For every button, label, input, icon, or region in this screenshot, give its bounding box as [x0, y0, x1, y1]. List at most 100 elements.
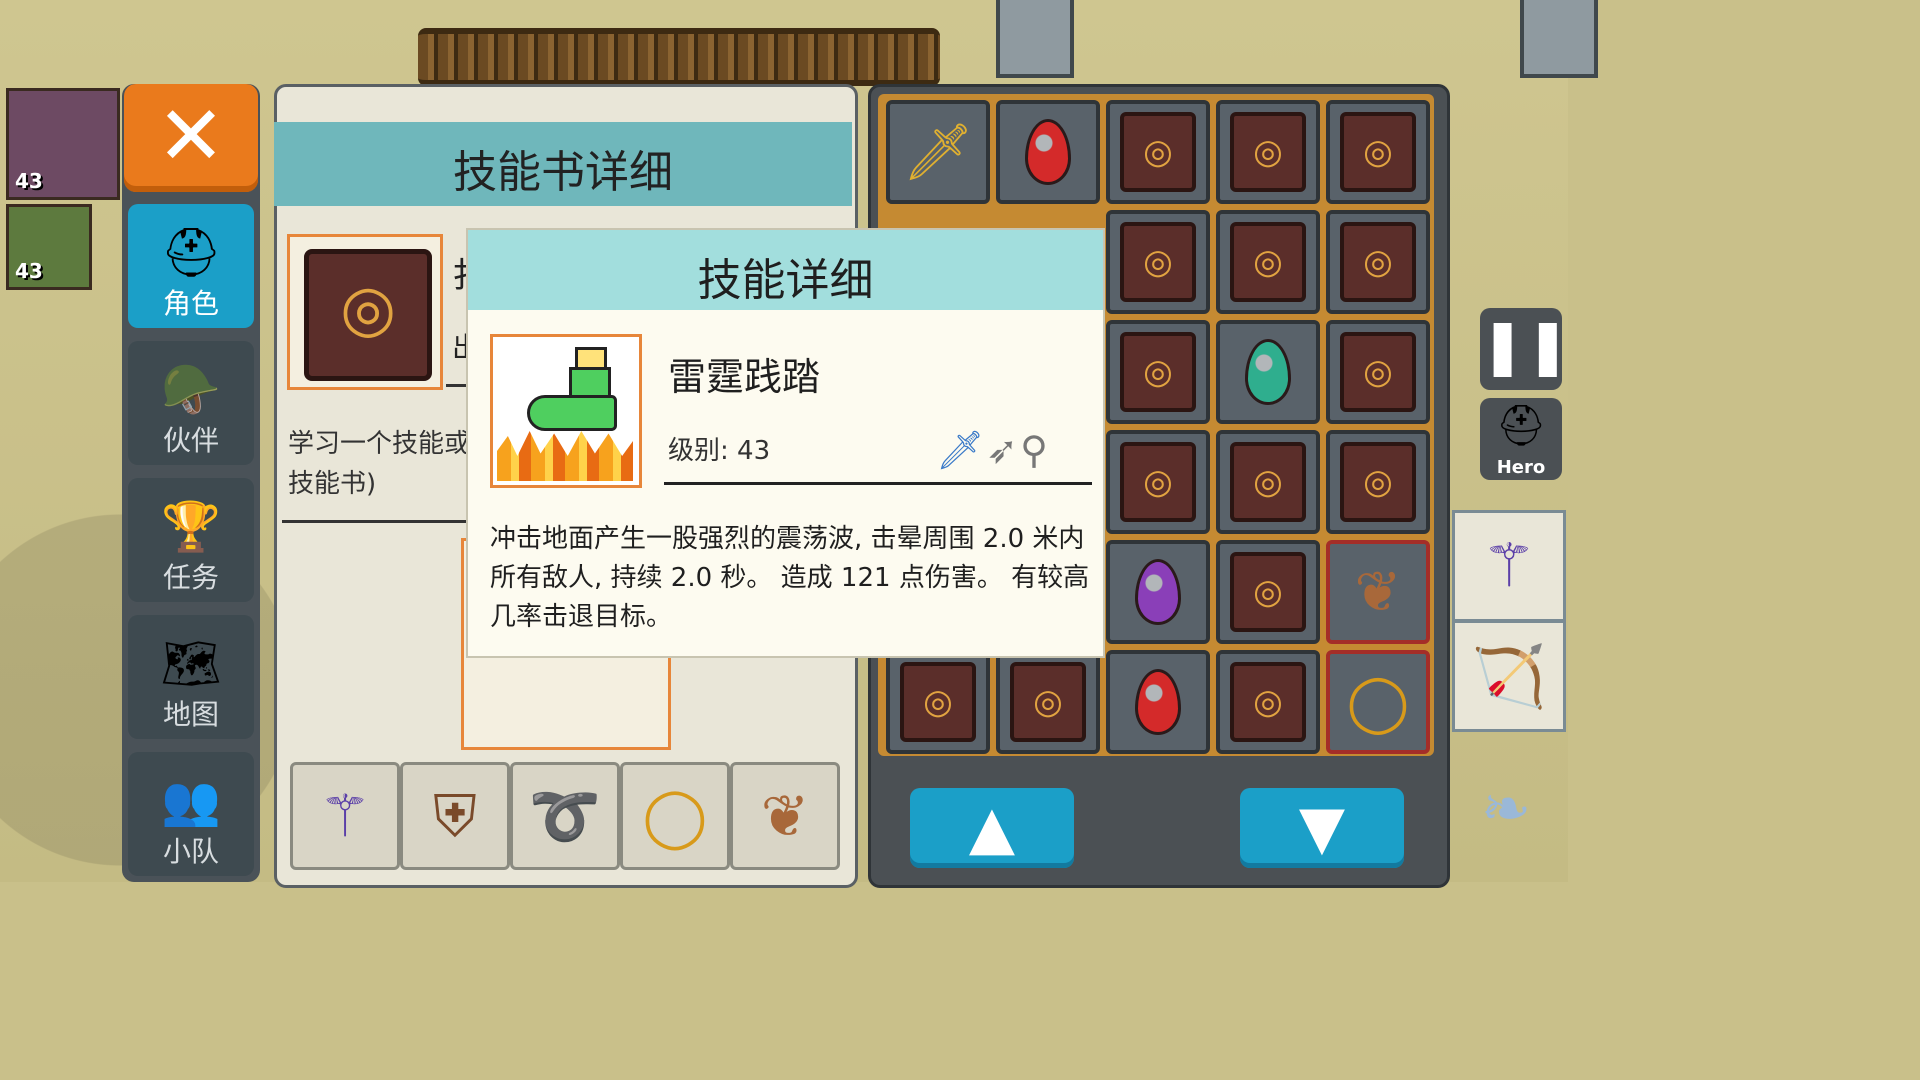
equip-slot-staff[interactable]: ⚚: [290, 762, 400, 870]
skillbook-title: 技能书详细: [453, 147, 673, 198]
inventory-slot-red-gem[interactable]: [996, 100, 1100, 204]
dialog-header: 技能详细: [468, 230, 1103, 310]
skillbook-header: 技能书详细: [274, 122, 852, 206]
wing-icon: ❧: [1480, 774, 1532, 844]
inventory-slot-book[interactable]: ◎: [996, 650, 1100, 754]
arrow-up-icon: ▲: [968, 793, 1016, 863]
inventory-slot-book[interactable]: ◎: [1326, 100, 1430, 204]
scroll-down-button[interactable]: ▼: [1240, 788, 1404, 868]
party-portrait-2[interactable]: 43: [6, 204, 92, 290]
equip-slot-bracelet[interactable]: ➰: [510, 762, 620, 870]
party-level-2: 43: [15, 259, 43, 283]
skill-description: 冲击地面产生一股强烈的震荡波, 击晕周围 2.0 米内所有敌人, 持续 2.0 …: [490, 524, 1090, 632]
inventory-slot-book[interactable]: ◎: [1106, 100, 1210, 204]
inventory-slot-book[interactable]: ◎: [1106, 430, 1210, 534]
inventory-slot-book[interactable]: ◎: [1106, 210, 1210, 314]
menu-item-label: 伙伴: [162, 424, 219, 457]
bow-icon: 🏹: [1471, 641, 1547, 712]
inventory-slot-sword[interactable]: 🗡: [886, 100, 990, 204]
menu-item-team[interactable]: 👥 小队: [128, 752, 254, 876]
horned-helmet-icon: 🪖: [161, 361, 221, 418]
inventory-slot-book[interactable]: ◎: [1326, 320, 1430, 424]
party-portrait-1[interactable]: 43: [6, 88, 120, 200]
inventory-slot-book[interactable]: ◎: [1106, 320, 1210, 424]
trophy-icon: 🏆: [161, 498, 221, 555]
skill-book-icon: ◎: [1340, 222, 1416, 302]
boot-icon: [527, 347, 617, 431]
inventory-slot-teal-gem[interactable]: [1216, 320, 1320, 424]
skill-book-icon: ◎: [1230, 222, 1306, 302]
skill-book-icon: ◎: [1120, 222, 1196, 302]
skill-book-icon: ◎: [1120, 332, 1196, 412]
side-slot-wing[interactable]: ❧: [1452, 744, 1560, 874]
skill-book-icon: ◎: [1230, 552, 1306, 632]
purple-gem-icon: [1135, 559, 1181, 625]
equip-slot-tail[interactable]: ❦: [730, 762, 840, 870]
close-button[interactable]: ✕: [124, 84, 258, 192]
ring-icon: ◯: [1346, 669, 1410, 735]
inventory-slot-tail[interactable]: ❦: [1326, 540, 1430, 644]
inventory-slot-red-gem[interactable]: [1106, 650, 1210, 754]
skill-level: 级别: 43: [668, 436, 771, 466]
inventory-slot-book[interactable]: ◎: [1216, 100, 1320, 204]
menu-item-label: 小队: [162, 835, 219, 868]
knight-helmet-icon: ⛑: [1495, 403, 1547, 449]
pause-button[interactable]: ❚❚: [1480, 308, 1571, 390]
menu-item-map[interactable]: 🗺 地图: [128, 615, 254, 739]
menu-item-label: 地图: [162, 698, 219, 731]
inventory-slot-book[interactable]: ◎: [1216, 430, 1320, 534]
knight-helmet-icon: ⛑: [160, 224, 222, 281]
bow-icon: ➶: [986, 428, 1021, 472]
bracelet-icon: ➰: [528, 781, 602, 850]
skill-book-icon: ◎: [1120, 112, 1196, 192]
inventory-slot-purple-gem[interactable]: [1106, 540, 1210, 644]
red-gem-icon: [1135, 669, 1181, 735]
dialog-title: 技能详细: [697, 255, 874, 306]
scroll-up-button[interactable]: ▲: [910, 788, 1074, 868]
hero-button[interactable]: ⛑ Hero: [1480, 398, 1562, 480]
staff-icon: ⚚: [319, 782, 371, 850]
party-level-1: 43: [15, 169, 43, 193]
menu-item-partner[interactable]: 🪖 伙伴: [128, 341, 254, 465]
skillbook-icon-frame: [287, 234, 443, 390]
menu-item-label: 角色: [162, 287, 219, 320]
menu-item-character[interactable]: ⛑ 角色: [128, 204, 254, 328]
skill-book-icon: ◎: [1120, 442, 1196, 522]
stone-pillar: [996, 0, 1074, 78]
equip-slot-ring[interactable]: ◯: [620, 762, 730, 870]
side-slot-bow[interactable]: 🏹: [1452, 620, 1566, 732]
skill-book-icon: ◎: [1230, 442, 1306, 522]
skill-book-icon: ◎: [1230, 662, 1306, 742]
menu-item-quest[interactable]: 🏆 任务: [128, 478, 254, 602]
skill-book-icon: ◎: [1340, 442, 1416, 522]
arrow-down-icon: ▼: [1298, 793, 1346, 863]
skill-book-icon: ◎: [900, 662, 976, 742]
inventory-slot-book[interactable]: ◎: [1326, 430, 1430, 534]
pause-icon: ❚❚: [1480, 314, 1571, 377]
map-scroll-icon: 🗺: [160, 635, 222, 692]
inventory-slot-book[interactable]: ◎: [1216, 650, 1320, 754]
ring-icon: ◯: [642, 782, 708, 850]
inventory-slot-ring[interactable]: ◯: [1326, 650, 1430, 754]
side-slot-staff[interactable]: ⚚: [1452, 510, 1566, 622]
skill-detail-dialog: 技能详细 雷霆践踏 级别: 43 🗡➶⚲ 冲击地面产生一股强烈的震荡波, 击晕周…: [466, 228, 1105, 658]
inventory-slot-book[interactable]: ◎: [1216, 210, 1320, 314]
divider: [664, 482, 1092, 485]
skillbook-description: 学习一个技能或 技能书): [288, 429, 471, 499]
inventory-slot-book[interactable]: ◎: [1326, 210, 1430, 314]
wooden-fence: [418, 28, 940, 86]
close-icon: ✕: [156, 89, 226, 184]
stone-pillar: [1520, 0, 1598, 78]
skill-book-icon: ◎: [1340, 332, 1416, 412]
sword-icon: 🗡: [936, 428, 987, 472]
equip-slot-armor[interactable]: ⛨: [400, 762, 510, 870]
team-portraits-icon: 👥: [161, 772, 221, 829]
inventory-slot-book[interactable]: ◎: [886, 650, 990, 754]
inventory-slot-book[interactable]: ◎: [1216, 540, 1320, 644]
skill-book-icon: ◎: [1230, 112, 1306, 192]
teal-gem-icon: [1245, 339, 1291, 405]
sword-icon: 🗡: [902, 120, 974, 185]
tail-charm-icon: ❦: [760, 782, 810, 850]
menu-item-label: 任务: [162, 561, 219, 594]
staff-icon: ⚲: [1020, 428, 1050, 472]
